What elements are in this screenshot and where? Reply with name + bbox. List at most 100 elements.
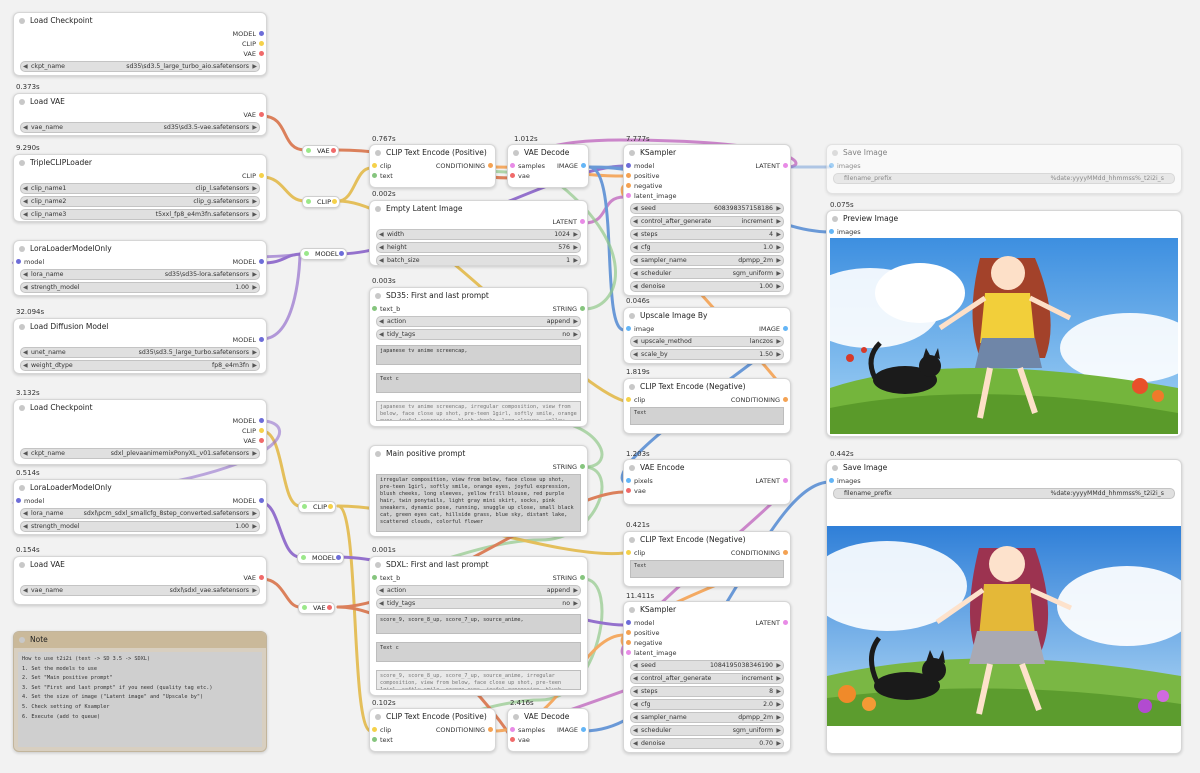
input-pin-icon[interactable] (626, 163, 631, 168)
node-header[interactable]: Main positive prompt (370, 446, 587, 462)
output-pin-icon[interactable] (259, 498, 264, 503)
collapse-dot-icon[interactable] (19, 405, 25, 411)
input-images[interactable]: images (829, 476, 861, 486)
node-header[interactable]: SD35: First and last prompt (370, 288, 587, 304)
arrow-right-icon[interactable]: ▶ (252, 586, 257, 595)
input-negative[interactable]: negative (626, 638, 662, 648)
reroute-model[interactable]: MODEL (300, 248, 348, 260)
node-load-diffusion-model[interactable]: Load Diffusion Model MODEL ◀ unet_name sd3… (13, 318, 267, 374)
arrow-left-icon[interactable]: ◀ (379, 586, 384, 595)
arrow-left-icon[interactable]: ◀ (23, 197, 28, 206)
output-model[interactable]: MODEL (233, 29, 264, 39)
arrow-right-icon[interactable]: ▶ (252, 184, 257, 193)
node-header[interactable]: Save Image (827, 145, 1181, 161)
node-triple-clip-loader[interactable]: TripleCLIPLoader CLIP ◀ clip_name1 clip_l.… (13, 154, 267, 222)
filename-prefix-input[interactable]: filename_prefix %date:yyyyMMdd_hhmmss%_t2… (833, 173, 1175, 184)
output-pin-icon[interactable] (580, 575, 585, 580)
arrow-right-icon[interactable]: ▶ (776, 337, 781, 346)
input-pin-icon[interactable] (510, 163, 515, 168)
arrow-left-icon[interactable]: ◀ (23, 361, 28, 370)
node-header[interactable]: Load Checkpoint (14, 400, 266, 416)
arrow-right-icon[interactable]: ▶ (776, 739, 781, 748)
input-pin-icon[interactable] (626, 620, 631, 625)
collapse-dot-icon[interactable] (513, 150, 519, 156)
sampler-name-combo[interactable]: ◀ sampler_name dpmpp_2m ▶ (630, 712, 784, 723)
input-pin-icon[interactable] (372, 575, 377, 580)
output-pin-icon[interactable] (259, 428, 264, 433)
input-clip[interactable]: clip (372, 161, 391, 171)
input-pin-icon[interactable] (16, 259, 21, 264)
node-load-vae-sd35[interactable]: Load VAE VAE ◀ vae_name sd35\sd3.5-vae.saf… (13, 93, 267, 136)
arrow-left-icon[interactable]: ◀ (633, 217, 638, 226)
height-number[interactable]: ◀ height 576 ▶ (376, 242, 581, 253)
arrow-right-icon[interactable]: ▶ (252, 210, 257, 219)
seed-number[interactable]: ◀ seed 1084195038346190 ▶ (630, 660, 784, 671)
control-after-generate-combo[interactable]: ◀ control_after_generate increment ▶ (630, 216, 784, 227)
output-pin-icon[interactable] (783, 397, 788, 402)
arrow-right-icon[interactable]: ▶ (776, 243, 781, 252)
output-latent[interactable]: LATENT (755, 161, 788, 171)
reroute-output-icon[interactable] (328, 504, 333, 509)
reroute-vae-sdxl[interactable]: VAE (298, 602, 335, 614)
arrow-right-icon[interactable]: ▶ (573, 256, 578, 265)
node-header[interactable]: LoraLoaderModelOnly (14, 480, 266, 496)
arrow-right-icon[interactable]: ▶ (252, 361, 257, 370)
node-lora-loader-sdxl[interactable]: LoraLoaderModelOnly model MODEL ◀ lora_na… (13, 479, 267, 535)
strength-model-slider[interactable]: ◀ strength_model 1.00 ▶ (20, 282, 260, 293)
arrow-left-icon[interactable]: ◀ (633, 661, 638, 670)
output-model[interactable]: MODEL (233, 496, 264, 506)
collapse-dot-icon[interactable] (375, 714, 381, 720)
negative-text-textarea[interactable]: Text (630, 560, 784, 578)
collapse-dot-icon[interactable] (19, 246, 25, 252)
clip-name2-combo[interactable]: ◀ clip_name2 clip_g.safetensors ▶ (20, 196, 260, 207)
cfg-number[interactable]: ◀ cfg 1.0 ▶ (630, 242, 784, 253)
output-pin-icon[interactable] (259, 259, 264, 264)
input-latent-image[interactable]: latent_image (626, 191, 677, 201)
collapse-dot-icon[interactable] (629, 384, 635, 390)
input-text-b[interactable]: text_b (372, 304, 400, 314)
output-latent[interactable]: LATENT (755, 476, 788, 486)
input-pin-icon[interactable] (372, 737, 377, 742)
reroute-output-icon[interactable] (339, 251, 345, 256)
collapse-dot-icon[interactable] (629, 150, 635, 156)
negative-text-textarea[interactable]: Text (630, 407, 784, 425)
width-number[interactable]: ◀ width 1024 ▶ (376, 229, 581, 240)
reroute-input-icon[interactable] (306, 148, 311, 153)
output-model[interactable]: MODEL (233, 416, 264, 426)
input-pin-icon[interactable] (626, 650, 631, 655)
output-pin-icon[interactable] (581, 727, 586, 732)
node-header[interactable]: VAE Decode (508, 145, 588, 161)
output-pin-icon[interactable] (259, 112, 264, 117)
arrow-right-icon[interactable]: ▶ (252, 348, 257, 357)
input-clip[interactable]: clip (626, 548, 645, 558)
arrow-left-icon[interactable]: ◀ (633, 674, 638, 683)
arrow-right-icon[interactable]: ▶ (573, 599, 578, 608)
input-pin-icon[interactable] (829, 229, 834, 234)
arrow-left-icon[interactable]: ◀ (633, 700, 638, 709)
input-model[interactable]: model (626, 161, 654, 171)
input-pin-icon[interactable] (626, 326, 631, 331)
output-vae[interactable]: VAE (243, 573, 264, 583)
reroute-input-icon[interactable] (301, 555, 306, 560)
input-samples[interactable]: samples (510, 161, 545, 171)
node-clip-text-encode-negative[interactable]: CLIP Text Encode (Negative) clip CONDITI… (623, 378, 791, 434)
output-string[interactable]: STRING (553, 573, 585, 583)
arrow-left-icon[interactable]: ◀ (23, 348, 28, 357)
output-clip[interactable]: CLIP (242, 426, 264, 436)
arrow-right-icon[interactable]: ▶ (776, 204, 781, 213)
node-clip-text-encode-positive-sdxl[interactable]: CLIP Text Encode (Positive) clip CONDITI… (369, 708, 496, 752)
arrow-right-icon[interactable]: ▶ (252, 522, 257, 531)
arrow-left-icon[interactable]: ◀ (633, 713, 638, 722)
output-pin-icon[interactable] (259, 41, 264, 46)
reroute-input-icon[interactable] (306, 199, 311, 204)
strength-model-slider[interactable]: ◀ strength_model 1.00 ▶ (20, 521, 260, 532)
input-pin-icon[interactable] (372, 727, 377, 732)
input-pin-icon[interactable] (626, 478, 631, 483)
arrow-left-icon[interactable]: ◀ (379, 330, 384, 339)
reroute-input-icon[interactable] (304, 251, 309, 256)
node-load-checkpoint-sd35[interactable]: Load Checkpoint MODEL CLIP VAE ◀ ckpt_nam… (13, 12, 267, 76)
node-header[interactable]: KSampler (624, 602, 790, 618)
output-pin-icon[interactable] (783, 326, 788, 331)
node-main-positive-prompt[interactable]: Main positive prompt STRING irregular co… (369, 445, 588, 537)
node-header[interactable]: LoraLoaderModelOnly (14, 241, 266, 257)
